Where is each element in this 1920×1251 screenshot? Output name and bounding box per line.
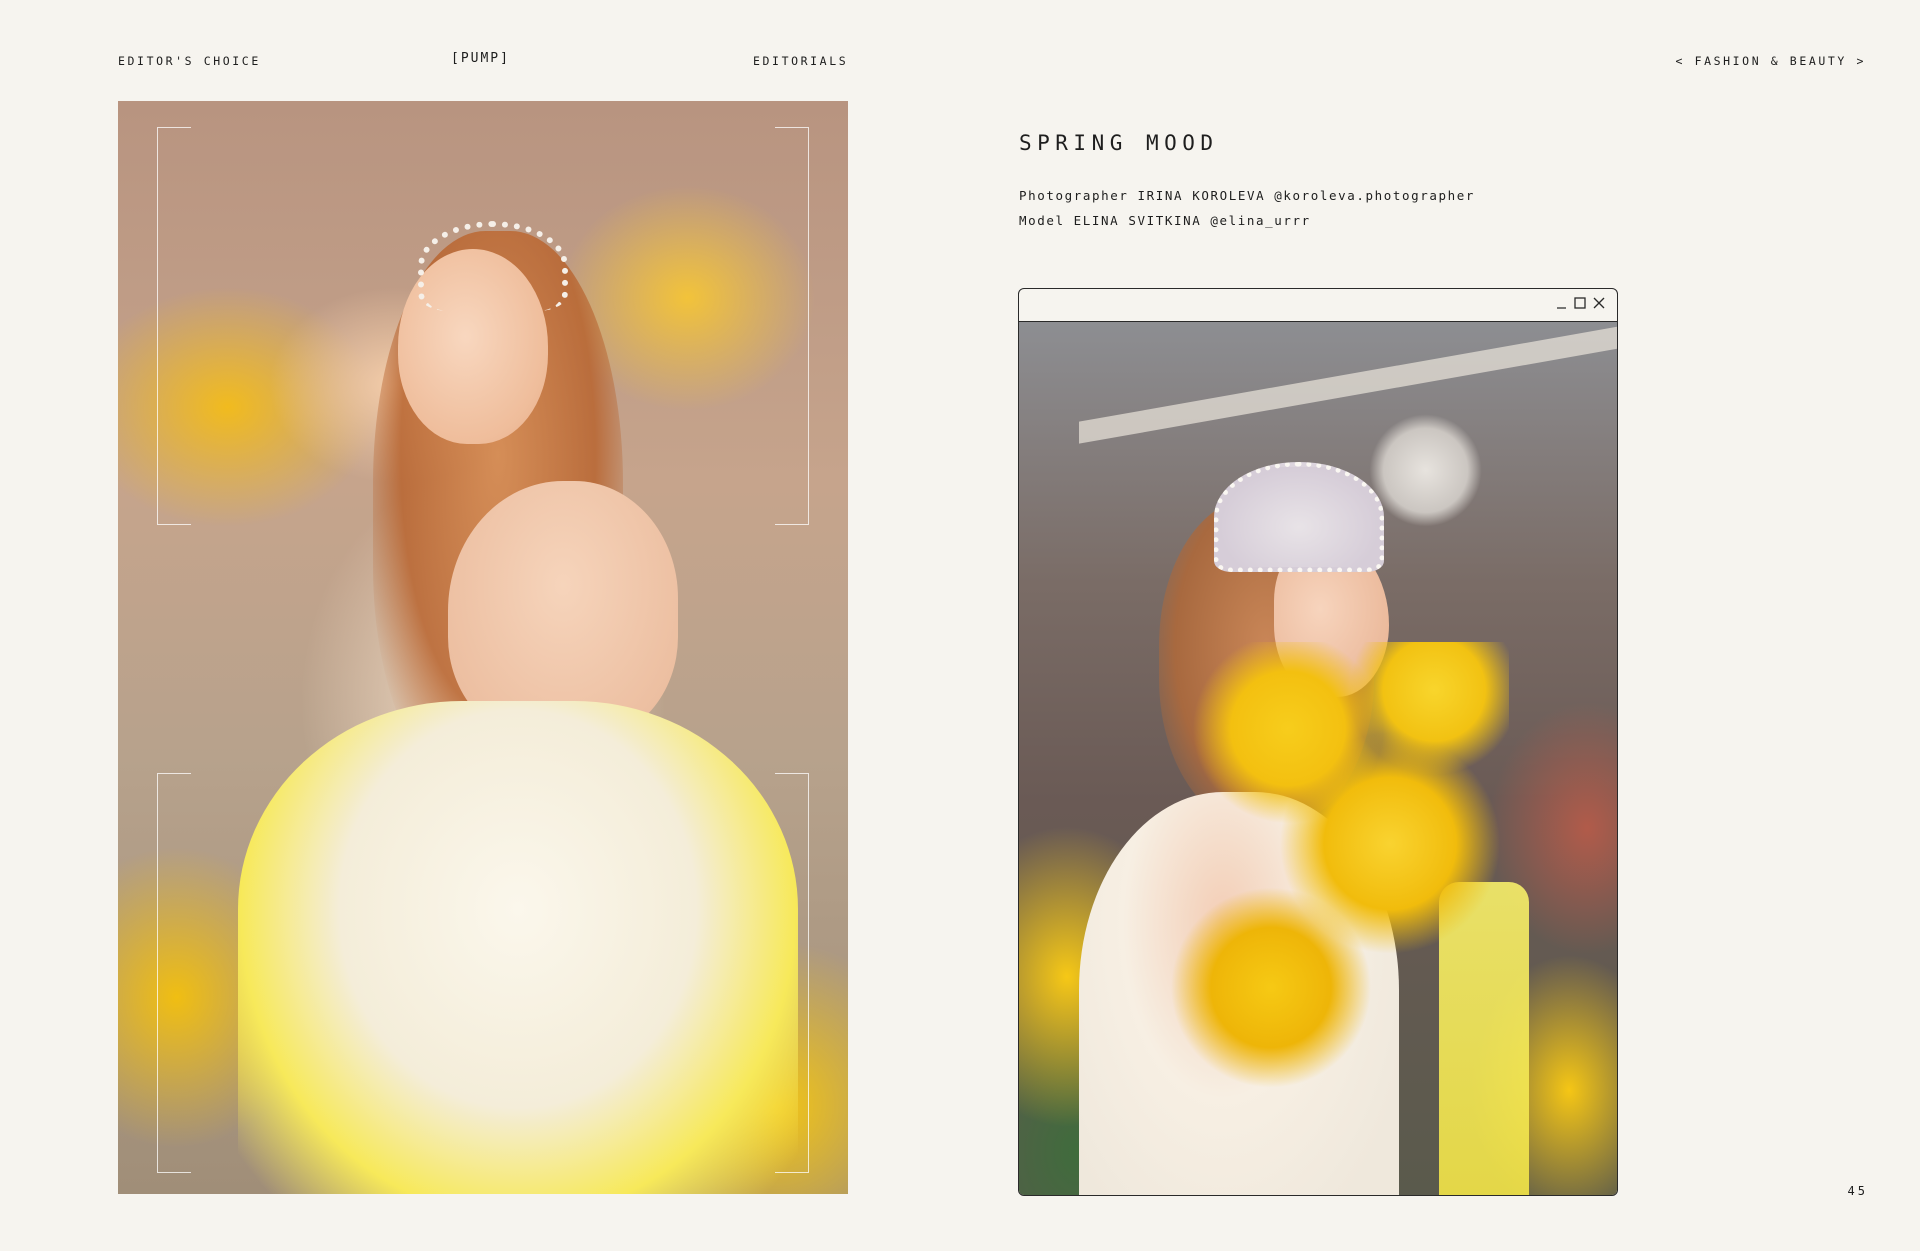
page-number: 45 (1847, 1184, 1868, 1198)
model-name: ELINA SVITKINA (1073, 213, 1202, 228)
minimize-icon[interactable] (1556, 297, 1567, 309)
photo-headscarf (418, 221, 568, 311)
model-credit: Model ELINA SVITKINA @elina_urrr (1019, 213, 1320, 228)
photographer-handle[interactable]: @koroleva.photographer (1274, 188, 1475, 203)
category-label: EDITORIALS (753, 54, 849, 68)
photographer-label: Photographer (1019, 188, 1129, 203)
maximize-icon[interactable] (1574, 297, 1586, 309)
frame-corner-top-right (775, 127, 809, 525)
photo-chrysanthemums (1169, 642, 1509, 1122)
frame-corner-bottom-right (775, 773, 809, 1173)
photographer-name: IRINA KOROLEVA (1137, 188, 1266, 203)
model-label: Model (1019, 213, 1065, 228)
section-label: EDITOR'S CHOICE (118, 54, 261, 68)
magazine-logo: [PUMP] (451, 51, 510, 66)
close-icon[interactable] (1593, 297, 1605, 309)
model-handle[interactable]: @elina_urrr (1210, 213, 1310, 228)
photo-headscarf (1214, 462, 1384, 572)
photographer-credit: Photographer IRINA KOROLEVA @koroleva.phot… (1019, 188, 1484, 203)
main-photo (118, 101, 848, 1194)
article-title: SPRING MOOD (1019, 131, 1219, 155)
frame-corner-bottom-left (157, 773, 191, 1173)
window-titlebar (1019, 289, 1617, 322)
frame-corner-top-left (157, 127, 191, 525)
section-nav[interactable]: < FASHION & BEAUTY > (1676, 54, 1866, 68)
window-controls (1556, 297, 1605, 309)
window-photo (1019, 322, 1617, 1195)
photo-dress (238, 701, 798, 1194)
window-frame (1018, 288, 1618, 1196)
